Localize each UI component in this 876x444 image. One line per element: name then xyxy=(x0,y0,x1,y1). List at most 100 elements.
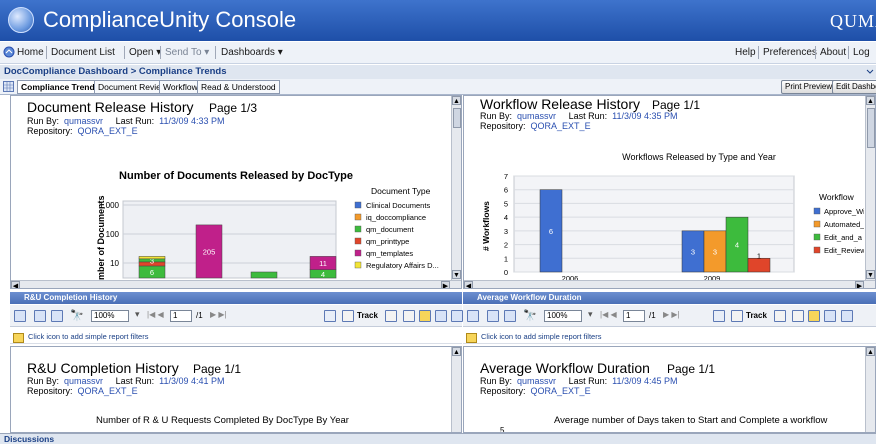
grid-icon[interactable] xyxy=(3,81,14,92)
scroll-down-icon[interactable]: ▼ xyxy=(452,270,461,279)
menu-document-list[interactable]: Document List xyxy=(51,47,115,58)
scroll-up-icon[interactable]: ▲ xyxy=(866,96,875,105)
note-icon[interactable] xyxy=(792,310,804,322)
page-input[interactable]: 1 xyxy=(623,310,645,322)
zoom-select[interactable]: 100% xyxy=(91,310,129,322)
chart-title: Number of Documents Released by DocType xyxy=(119,170,353,182)
run-by-label: Run By: xyxy=(27,116,60,126)
tab-workflow[interactable]: Workflow xyxy=(159,80,202,94)
vertical-scrollbar[interactable]: ▲ ▼ xyxy=(865,96,875,280)
menu-help[interactable]: Help xyxy=(735,47,756,58)
data-label: 3 xyxy=(713,247,717,256)
tab-compliance-trends[interactable]: Compliance Trends xyxy=(17,80,104,94)
home-icon[interactable] xyxy=(3,46,15,58)
report-title: Average Workflow Duration xyxy=(480,360,650,376)
run-by-value: qumassvr xyxy=(64,376,104,386)
zoom-dropdown-icon[interactable]: ▾ xyxy=(135,309,140,320)
menu-home[interactable]: Home xyxy=(17,47,44,58)
track-icon[interactable] xyxy=(342,310,354,322)
filter-hint[interactable]: Click icon to add simple report filters xyxy=(481,332,601,341)
track-icon[interactable] xyxy=(731,310,743,322)
zoom-icon[interactable] xyxy=(824,310,836,322)
vertical-scrollbar[interactable]: ▲ xyxy=(451,347,461,432)
page-total: /1 xyxy=(196,311,203,320)
find-icon[interactable]: 🔭 xyxy=(70,309,84,322)
export-icon[interactable] xyxy=(51,310,63,322)
menu-separator xyxy=(848,46,849,59)
filter-add-icon[interactable] xyxy=(13,333,24,343)
first-page-icon[interactable]: |◀ ◀ xyxy=(147,310,164,319)
menu-about[interactable]: About xyxy=(820,47,846,58)
run-by-label: Run By: xyxy=(27,376,60,386)
section-header-ru[interactable]: R&U Completion History xyxy=(10,292,462,304)
next-page-icon[interactable]: ▶ ▶| xyxy=(663,310,680,319)
y-tick-label: 3 xyxy=(504,227,508,236)
find-icon[interactable]: 🔭 xyxy=(523,309,537,322)
collapse-icon[interactable] xyxy=(866,67,874,75)
toc-icon[interactable] xyxy=(467,310,479,322)
breadcrumb: DocCompliance Dashboard > Compliance Tre… xyxy=(4,66,227,77)
legend-swatch xyxy=(813,233,821,241)
toc-icon[interactable] xyxy=(14,310,26,322)
report-page: Page 1/1 xyxy=(193,362,242,376)
refresh-icon[interactable] xyxy=(324,310,336,322)
scroll-left-icon[interactable]: ◀ xyxy=(464,281,473,288)
tag-icon[interactable] xyxy=(385,310,397,322)
zoom-select[interactable]: 100% xyxy=(544,310,582,322)
vertical-scrollbar[interactable]: ▲ ▼ xyxy=(451,96,461,280)
horizontal-scrollbar[interactable]: ◀ ▶ xyxy=(11,280,461,288)
track-label[interactable]: Track xyxy=(357,311,378,320)
discussions-bar[interactable]: Discussions xyxy=(0,433,876,444)
tab-read-understood[interactable]: Read & Understood xyxy=(197,80,280,94)
menu-preferences[interactable]: Preferences xyxy=(763,47,817,58)
scroll-left-icon[interactable]: ◀ xyxy=(11,281,20,288)
export-icon[interactable] xyxy=(504,310,516,322)
report-toolbar: 🔭 100% ▾ |◀ ◀ 1 /1 ▶ ▶| Track xyxy=(10,305,463,327)
horizontal-scrollbar[interactable]: ◀ ▶ xyxy=(464,280,875,288)
run-by-value: qumassvr xyxy=(64,116,104,126)
scroll-up-icon[interactable]: ▲ xyxy=(866,347,875,356)
first-page-icon[interactable]: |◀ ◀ xyxy=(600,310,617,319)
zoom-icon[interactable] xyxy=(435,310,447,322)
scroll-right-icon[interactable]: ▶ xyxy=(855,281,864,288)
menu-log[interactable]: Log xyxy=(853,47,870,58)
save-icon[interactable] xyxy=(487,310,499,322)
bar-segment xyxy=(138,256,166,260)
scroll-thumb[interactable] xyxy=(867,108,875,148)
legend-label: Regulatory Affairs D... xyxy=(366,261,439,270)
section-header-avg[interactable]: Average Workflow Duration xyxy=(463,292,876,304)
scroll-up-icon[interactable]: ▲ xyxy=(452,96,461,105)
filter-add-icon[interactable] xyxy=(466,333,477,343)
menu-send-to[interactable]: Send To ▾ xyxy=(165,47,209,58)
scroll-down-icon[interactable]: ▼ xyxy=(866,270,875,279)
zoom-dropdown-icon[interactable]: ▾ xyxy=(588,309,593,320)
menu-open[interactable]: Open ▾ xyxy=(129,47,161,58)
print-icon[interactable] xyxy=(451,310,463,322)
refresh-icon[interactable] xyxy=(713,310,725,322)
menu-dashboards[interactable]: Dashboards ▾ xyxy=(221,47,283,58)
page-input[interactable]: 1 xyxy=(170,310,192,322)
app-title: ComplianceUnity Console xyxy=(43,7,297,32)
filter-hint[interactable]: Click icon to add simple report filters xyxy=(28,332,148,341)
legend-label: Edit_and_a xyxy=(824,233,863,242)
next-page-icon[interactable]: ▶ ▶| xyxy=(210,310,227,319)
scroll-right-icon[interactable]: ▶ xyxy=(441,281,450,288)
track-label[interactable]: Track xyxy=(746,311,767,320)
edit-dashboard-button[interactable]: Edit Dashbo xyxy=(832,80,876,94)
y-axis-label: mber of Documents xyxy=(96,195,106,280)
vertical-scrollbar[interactable]: ▲ xyxy=(865,347,875,432)
print-preview-button[interactable]: Print Preview xyxy=(781,80,837,94)
print-icon[interactable] xyxy=(841,310,853,322)
filter-icon[interactable] xyxy=(808,310,820,322)
save-icon[interactable] xyxy=(34,310,46,322)
note-icon[interactable] xyxy=(403,310,415,322)
legend-swatch xyxy=(354,201,362,209)
tag-icon[interactable] xyxy=(774,310,786,322)
scroll-thumb[interactable] xyxy=(453,108,461,128)
scroll-up-icon[interactable]: ▲ xyxy=(452,347,461,356)
legend-label: Clinical Documents xyxy=(366,201,430,210)
data-label: 4 xyxy=(735,241,739,250)
repository-value: QORA_EXT_E xyxy=(77,126,138,136)
y-tick-label: 5 xyxy=(500,426,505,433)
filter-icon[interactable] xyxy=(419,310,431,322)
